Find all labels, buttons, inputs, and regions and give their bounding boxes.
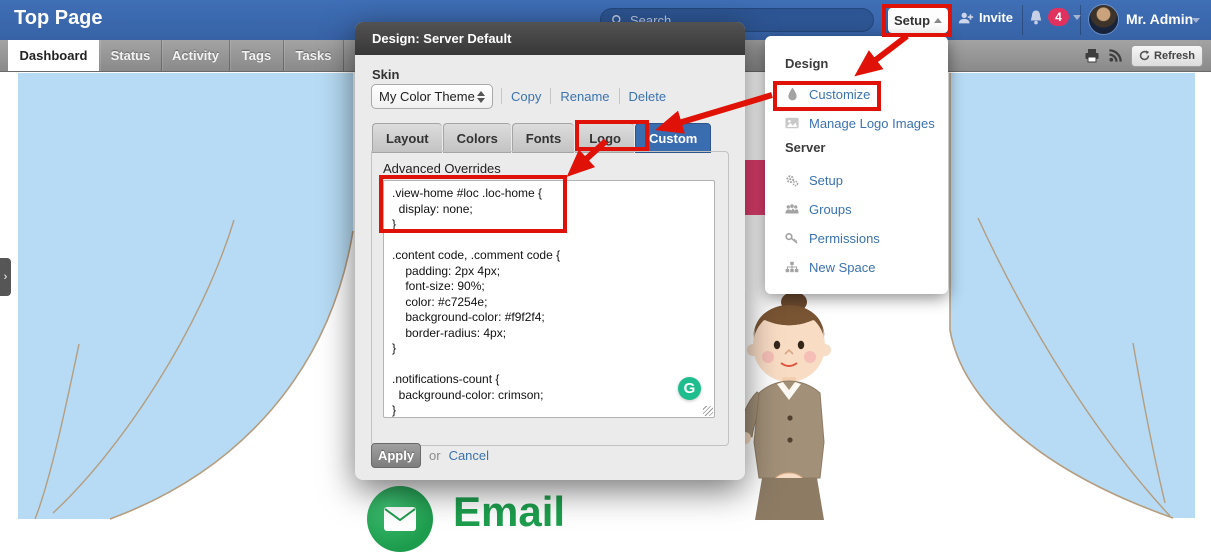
invite-button[interactable]: Invite: [958, 10, 1013, 25]
page-title: Top Page: [14, 7, 103, 30]
tab-fonts[interactable]: Fonts: [512, 123, 574, 153]
advanced-overrides-label: Advanced Overrides: [383, 161, 501, 176]
tab-activity[interactable]: Activity: [162, 40, 230, 71]
menu-item-permissions[interactable]: Permissions: [785, 228, 880, 248]
gears-icon: [785, 173, 799, 187]
tab-dashboard[interactable]: Dashboard: [8, 40, 99, 71]
menu-item-customize[interactable]: Customize: [785, 84, 870, 104]
menu-item-label: Customize: [809, 87, 870, 102]
rename-link[interactable]: Rename: [560, 89, 609, 104]
envelope-icon: [383, 506, 417, 532]
setup-dropdown-menu: Design Customize Manage Logo Images Serv…: [765, 36, 948, 294]
invite-person-icon: [958, 11, 974, 25]
dialog-title: Design: Server Default: [372, 31, 511, 46]
link-divider: [501, 88, 502, 104]
tab-colors[interactable]: Colors: [443, 123, 511, 153]
cancel-link[interactable]: Cancel: [449, 448, 489, 463]
design-tabs: Layout Colors Fonts Logo Custom: [372, 123, 712, 153]
caret-down-icon: [1192, 18, 1200, 23]
notification-count-badge: 4: [1048, 8, 1069, 26]
tab-label: Dashboard: [20, 48, 88, 63]
menu-header-design: Design: [785, 56, 828, 71]
skin-select[interactable]: My Color Theme: [371, 84, 493, 109]
user-avatar[interactable]: [1089, 5, 1118, 34]
tab-label: Activity: [172, 48, 219, 63]
curtain-left-graphic: [18, 73, 353, 519]
groups-icon: [785, 202, 799, 216]
menu-item-manage-logo-images[interactable]: Manage Logo Images: [785, 113, 935, 133]
tint-icon: [785, 87, 799, 101]
tab-label: Tasks: [296, 48, 332, 63]
tab-logo[interactable]: Logo: [575, 123, 634, 153]
pink-banner-edge: [745, 160, 765, 215]
tab-label: Status: [111, 48, 151, 63]
refresh-button[interactable]: Refresh: [1131, 45, 1203, 67]
menu-item-setup[interactable]: Setup: [785, 170, 843, 190]
topbar-divider: [1022, 5, 1023, 35]
tab-status[interactable]: Status: [100, 40, 162, 71]
setup-button[interactable]: Setup: [888, 8, 948, 33]
tab-label: Tags: [242, 48, 271, 63]
email-icon: [367, 486, 433, 552]
menu-item-label: Manage Logo Images: [809, 116, 935, 131]
email-section: Email: [367, 486, 565, 552]
resize-handle[interactable]: [703, 406, 713, 416]
key-icon: [785, 231, 799, 245]
menu-item-label: Setup: [809, 173, 843, 188]
notifications-button[interactable]: 4: [1028, 8, 1081, 26]
copy-link[interactable]: Copy: [511, 89, 541, 104]
grammarly-icon[interactable]: G: [678, 377, 701, 400]
tab-label: Layout: [386, 131, 429, 146]
sidebar-expand-handle[interactable]: ›: [0, 258, 11, 296]
or-text: or: [429, 448, 441, 463]
dialog-title-bar[interactable]: Design: Server Default: [355, 22, 745, 55]
refresh-button-label: Refresh: [1154, 50, 1195, 62]
tab-tags[interactable]: Tags: [230, 40, 284, 71]
tab-tasks[interactable]: Tasks: [284, 40, 344, 71]
sitemap-icon: [785, 260, 799, 274]
apply-button[interactable]: Apply: [371, 443, 421, 468]
menu-item-label: Permissions: [809, 231, 880, 246]
menu-item-label: Groups: [809, 202, 852, 217]
tab-label: Custom: [649, 131, 697, 146]
chevron-right-icon: ›: [4, 271, 8, 283]
email-heading: Email: [453, 488, 565, 536]
setup-button-label: Setup: [894, 13, 930, 28]
tab-custom[interactable]: Custom: [635, 123, 711, 153]
curtain-right-graphic: [950, 73, 1195, 518]
tab-layout[interactable]: Layout: [372, 123, 442, 153]
menu-item-label: New Space: [809, 260, 875, 275]
skin-select-value: My Color Theme: [379, 89, 475, 104]
css-overrides-textarea[interactable]: .view-home #loc .loc-home { display: non…: [383, 180, 715, 418]
custom-tab-panel: Advanced Overrides .view-home #loc .loc-…: [371, 151, 729, 446]
delete-link[interactable]: Delete: [629, 89, 667, 104]
menu-item-new-space[interactable]: New Space: [785, 257, 875, 277]
menu-item-groups[interactable]: Groups: [785, 199, 852, 219]
tab-label: Colors: [457, 131, 498, 146]
link-divider: [550, 88, 551, 104]
user-name[interactable]: Mr. Admin: [1126, 11, 1193, 27]
select-arrows-icon: [477, 91, 485, 103]
image-icon: [785, 116, 799, 130]
link-divider: [619, 88, 620, 104]
design-dialog: Design: Server Default Skin My Color The…: [355, 22, 745, 480]
refresh-icon: [1139, 50, 1150, 61]
menu-header-server: Server: [785, 140, 825, 155]
invite-button-label: Invite: [979, 10, 1013, 25]
bell-icon: [1028, 9, 1044, 26]
caret-up-icon: [934, 18, 942, 23]
tab-label: Fonts: [526, 131, 561, 146]
topbar-divider: [1080, 5, 1081, 35]
print-icon[interactable]: [1084, 48, 1100, 63]
woman-illustration: [737, 292, 869, 520]
skin-label: Skin: [372, 67, 399, 82]
tab-label: Logo: [589, 131, 621, 146]
rss-icon[interactable]: [1108, 48, 1123, 63]
